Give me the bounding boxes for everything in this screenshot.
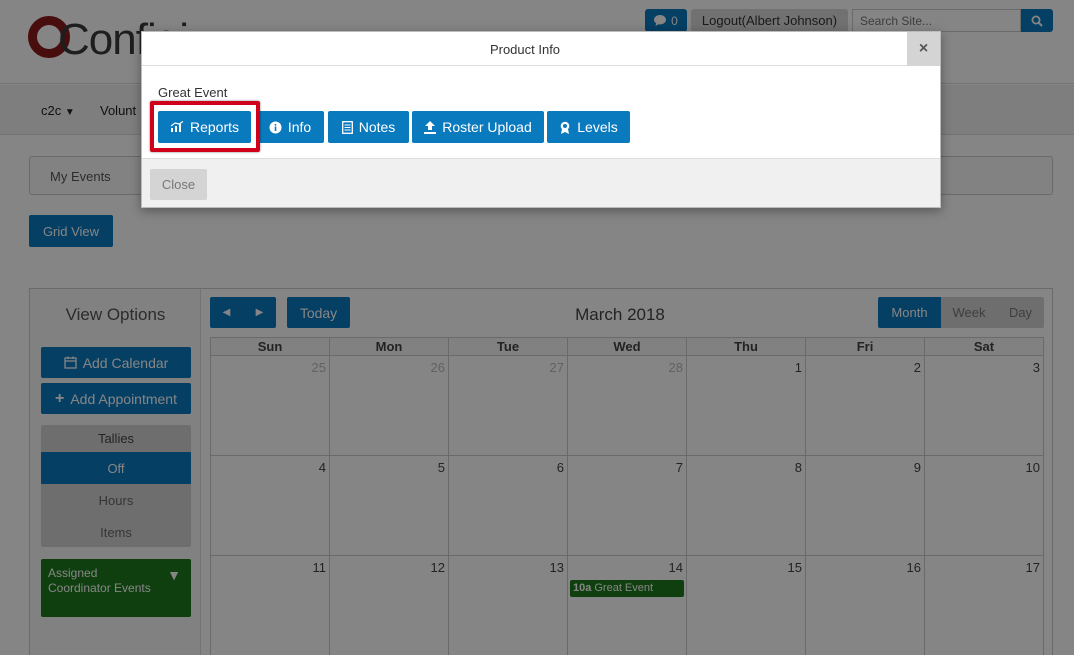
upload-icon xyxy=(424,120,437,134)
bar-chart-icon xyxy=(170,121,184,132)
info-icon xyxy=(269,121,282,133)
modal-body: Great Event Reports Info Notes Roster Up… xyxy=(142,67,940,158)
close-button[interactable]: Close xyxy=(150,169,207,200)
document-icon xyxy=(341,120,353,134)
product-info-modal: Product Info × Great Event Reports Info … xyxy=(141,31,941,208)
modal-header: Product Info × xyxy=(142,32,940,66)
reports-button[interactable]: Reports xyxy=(158,111,251,143)
modal-title: Product Info xyxy=(489,42,561,57)
info-button[interactable]: Info xyxy=(256,111,324,143)
modal-footer: Close xyxy=(142,158,940,207)
event-name: Great Event xyxy=(158,85,228,100)
close-icon[interactable]: × xyxy=(907,32,940,66)
award-icon xyxy=(560,121,570,134)
levels-button[interactable]: Levels xyxy=(547,111,630,143)
notes-button[interactable]: Notes xyxy=(328,111,409,143)
roster-upload-button[interactable]: Roster Upload xyxy=(412,111,544,143)
